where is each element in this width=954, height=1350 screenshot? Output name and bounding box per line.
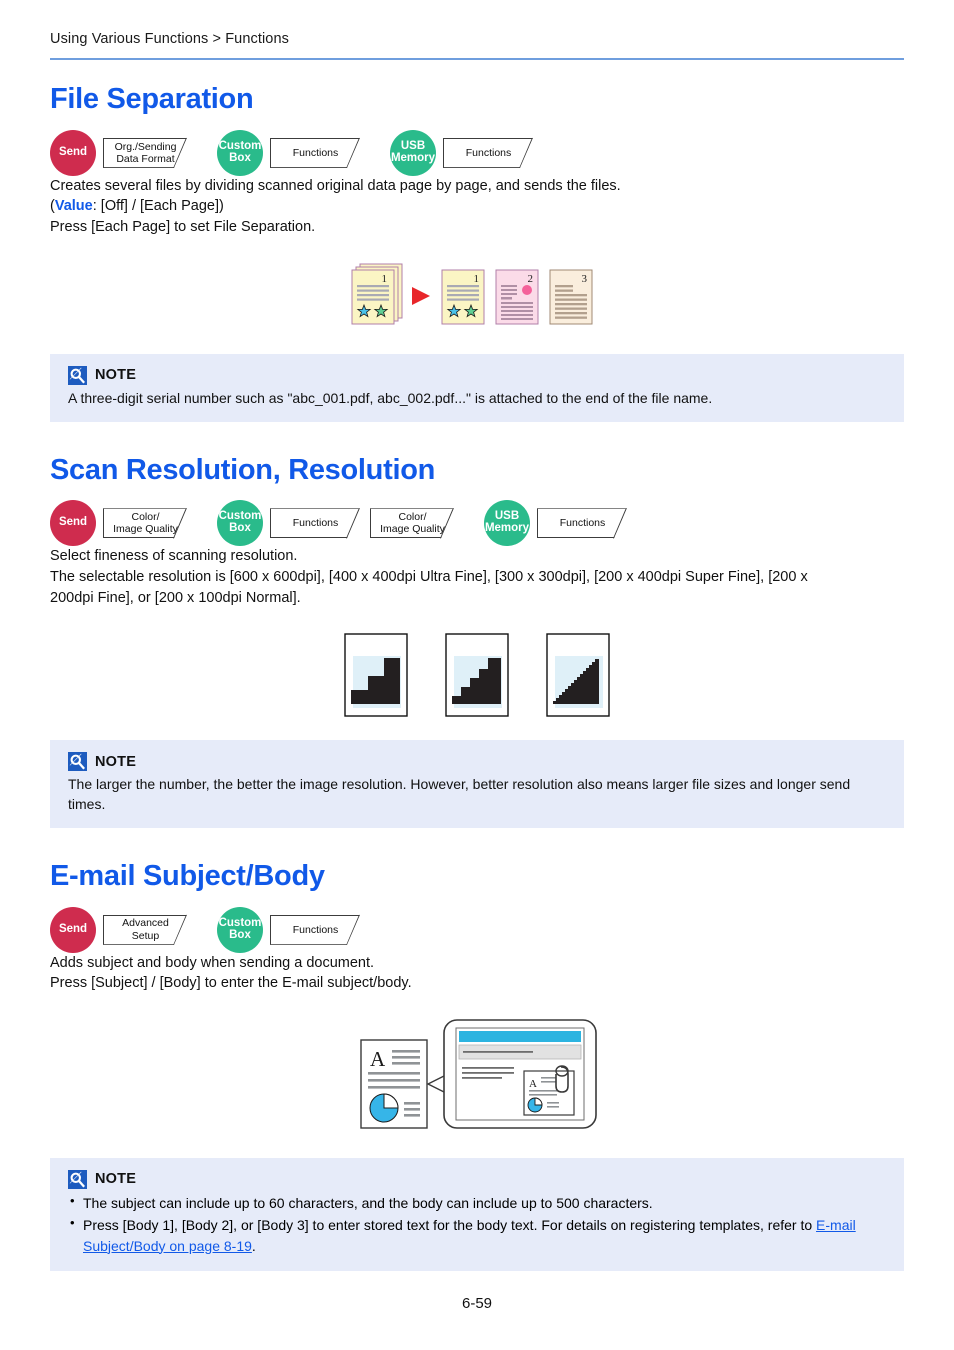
figure-resolution	[50, 632, 904, 718]
note-magnifier-icon	[68, 752, 87, 772]
badge-group-custom-box: Custom Box Functions	[217, 906, 360, 953]
badge-circle-send: Send	[50, 500, 96, 547]
note-item-text-before: Press [Body 1], [Body 2], or [Body 3] to…	[83, 1217, 817, 1234]
arrow-right-icon	[411, 286, 430, 305]
figure-email-svg: A A	[360, 1019, 597, 1129]
badge-circle-label: Custom Box	[218, 139, 262, 164]
badge-tag-color-image-quality: Color/ Image Quality	[103, 508, 187, 538]
figure-file-separation-svg: 1 1 2 3	[351, 263, 592, 325]
value-label: Value	[54, 198, 93, 215]
badge-group-send: Send Org./Sending Data Format	[50, 129, 187, 176]
note-text-file-separation: A three-digit serial number such as "abc…	[68, 389, 713, 406]
badge-row-email-subject-body: Send Advanced Setup Custom Box Functions	[50, 906, 904, 953]
note-magnifier-icon	[68, 365, 87, 385]
badge-tag-line2: Setup	[131, 929, 160, 942]
badge-tag-line2: Data Format	[116, 152, 175, 165]
badge-tag-line1: Advanced	[122, 917, 169, 930]
badge-circle-label: Send	[58, 922, 88, 935]
badge-circle-label: Send	[58, 145, 88, 158]
badge-circle-label: USB Memory	[484, 510, 530, 535]
section-title-email-subject-body: E-mail Subject/Body	[50, 859, 325, 892]
badge-tag-functions: Functions	[270, 138, 360, 168]
badge-group-custom-box: Custom Box Functions Color/ Image Quality	[217, 500, 454, 547]
badge-tag-line2: Image Quality	[380, 523, 445, 536]
paragraph-file-separation-description: Creates several files by dividing scanne…	[50, 177, 621, 194]
badge-group-send: Send Advanced Setup	[50, 906, 187, 953]
badge-tag-line1: Functions	[292, 923, 339, 936]
paragraph-scan-resolution-options: The selectable resolution is [600 x 600d…	[50, 568, 808, 606]
paragraph-file-separation-value: (Value: [Off] / [Each Page])	[50, 196, 850, 217]
note-title: NOTE	[95, 367, 137, 384]
badge-group-custom-box: Custom Box Functions	[217, 129, 360, 176]
svg-text:1: 1	[473, 273, 479, 285]
badge-circle-label: Send	[58, 516, 88, 529]
badge-tag-line1: Functions	[465, 146, 512, 159]
note-list-item: Press [Body 1], [Body 2], or [Body 3] to…	[68, 1214, 886, 1256]
note-list-email: The subject can include up to 60 charact…	[68, 1192, 886, 1256]
figure-email-subject-body: A A	[50, 1014, 904, 1134]
badge-circle-label: USB Memory	[390, 139, 436, 164]
figure-file-separation: 1 1 2 3	[50, 260, 904, 332]
note-box-scan-resolution: NOTE The larger the number, the better t…	[50, 740, 904, 828]
badge-tag-line1: Color/	[398, 511, 427, 524]
badge-circle-custom-box: Custom Box	[217, 500, 263, 547]
note-header: NOTE	[68, 752, 886, 772]
badge-tag-functions: Functions	[270, 508, 360, 538]
badge-tag-org-sending-data-format: Org./Sending Data Format	[103, 138, 187, 168]
badge-circle-usb-memory: USB Memory	[484, 500, 530, 547]
badge-group-send: Send Color/ Image Quality	[50, 500, 187, 547]
badge-circle-send: Send	[50, 906, 96, 953]
section-title-scan-resolution: Scan Resolution, Resolution	[50, 453, 436, 486]
badge-circle-label: Custom Box	[218, 510, 262, 535]
paragraph-email-description: Adds subject and body when sending a doc…	[50, 954, 375, 971]
badge-tag-functions: Functions	[537, 508, 627, 538]
breadcrumb: Using Various Functions > Functions	[50, 31, 289, 47]
page-number-footer: 6-59	[461, 1295, 493, 1312]
badge-group-usb-memory: USB Memory Functions	[484, 500, 627, 547]
badge-tag-line2: Image Quality	[113, 523, 178, 536]
badge-tag-functions: Functions	[443, 138, 533, 168]
manual-page: Using Various Functions > Functions File…	[0, 0, 954, 1350]
badge-tag-color-image-quality: Color/ Image Quality	[370, 508, 454, 538]
svg-text:A: A	[370, 1047, 386, 1071]
badge-tag-line1: Color/	[131, 511, 160, 524]
svg-text:2: 2	[527, 273, 533, 285]
note-item-text-after: .	[251, 1237, 256, 1254]
svg-text:3: 3	[581, 273, 587, 285]
note-header: NOTE	[68, 365, 886, 385]
note-title: NOTE	[95, 753, 137, 770]
note-box-file-separation: NOTE A three-digit serial number such as…	[50, 353, 904, 422]
paragraph-email-press: Press [Subject] / [Body] to enter the E-…	[50, 975, 412, 992]
value-suffix: : [Off] / [Each Page])	[92, 198, 224, 215]
header-divider	[50, 58, 904, 60]
badge-circle-usb-memory: USB Memory	[390, 129, 436, 176]
svg-text:A: A	[529, 1078, 537, 1090]
badge-tag-line1: Functions	[559, 517, 606, 530]
badge-tag-functions: Functions	[270, 915, 360, 945]
badge-circle-send: Send	[50, 129, 96, 176]
badge-group-usb-memory: USB Memory Functions	[390, 129, 533, 176]
badge-tag-line1: Functions	[292, 517, 339, 530]
badge-circle-label: Custom Box	[218, 916, 262, 941]
note-list-item: The subject can include up to 60 charact…	[68, 1192, 886, 1213]
badge-circle-custom-box: Custom Box	[217, 906, 263, 953]
section-title-file-separation: File Separation	[50, 83, 254, 115]
note-magnifier-icon	[68, 1169, 87, 1189]
note-title: NOTE	[95, 1171, 137, 1188]
svg-text:1: 1	[381, 273, 387, 285]
note-text-scan-resolution: The larger the number, the better the im…	[68, 776, 851, 812]
paragraph-scan-resolution-description: Select fineness of scanning resolution.	[50, 548, 298, 565]
badge-tag-line1: Org./Sending	[114, 140, 177, 153]
figure-resolution-svg	[344, 633, 610, 717]
paragraph-file-separation-press: Press [Each Page] to set File Separation…	[50, 219, 316, 236]
badge-tag-advanced-setup: Advanced Setup	[103, 915, 187, 945]
note-header: NOTE	[68, 1169, 886, 1189]
badge-circle-custom-box: Custom Box	[217, 129, 263, 176]
badge-row-file-separation: Send Org./Sending Data Format Custom Box …	[50, 129, 904, 176]
badge-tag-line1: Functions	[292, 146, 339, 159]
badge-row-scan-resolution: Send Color/ Image Quality Custom Box Func…	[50, 500, 904, 547]
note-box-email-subject-body: NOTE The subject can include up to 60 ch…	[50, 1157, 904, 1271]
